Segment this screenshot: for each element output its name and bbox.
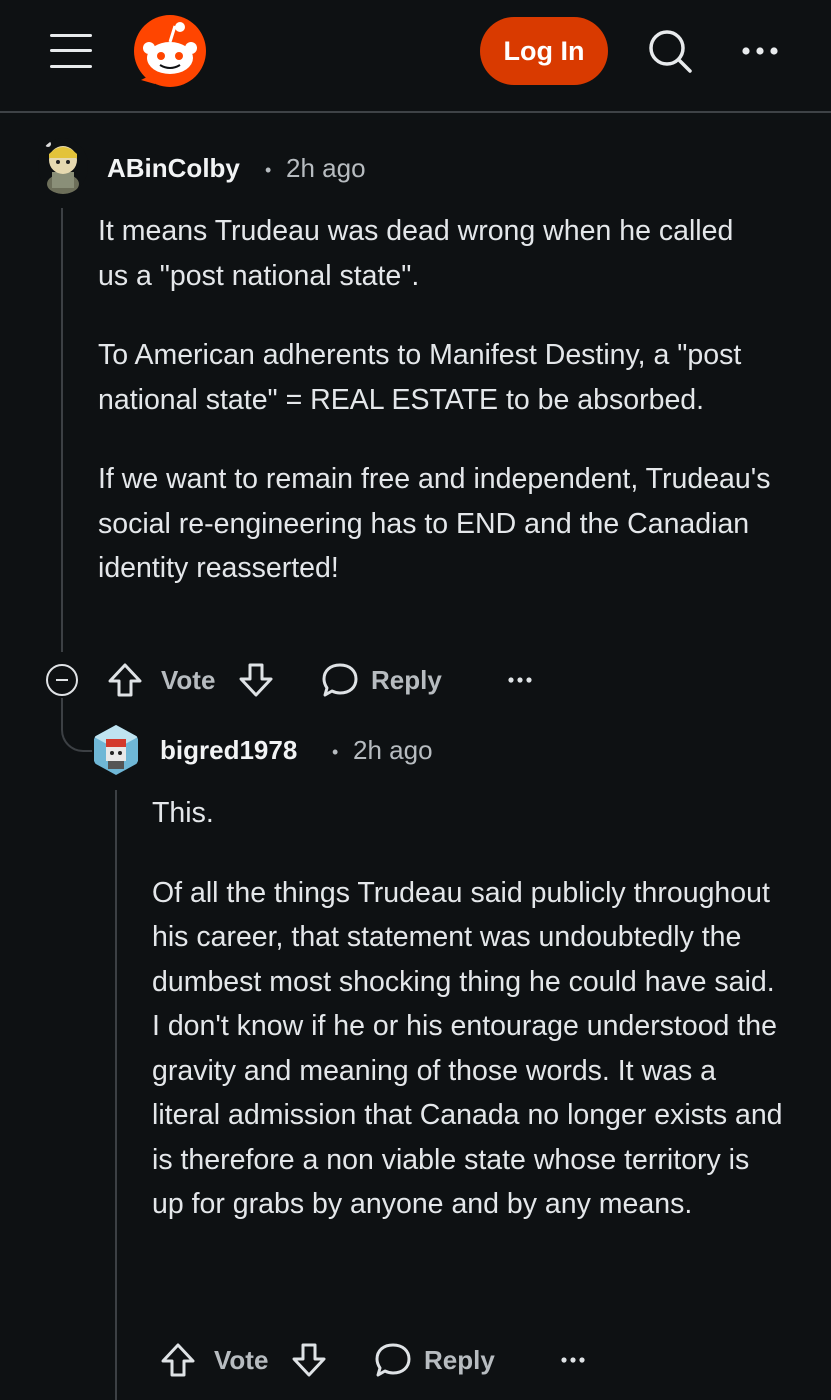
downvote-icon <box>292 1343 326 1377</box>
thread-line[interactable] <box>61 208 63 652</box>
downvote-icon <box>239 663 273 697</box>
reply-bubble-icon <box>322 663 358 697</box>
reddit-logo[interactable] <box>133 14 207 88</box>
user-avatar[interactable] <box>92 723 140 777</box>
more-icon[interactable] <box>740 36 780 66</box>
thread-connector <box>61 698 93 752</box>
comment-body: It means Trudeau was dead wrong when he … <box>98 209 798 591</box>
comment-time: 2h ago <box>286 153 366 183</box>
login-button[interactable]: Log In <box>480 17 608 85</box>
upvote-icon <box>161 1343 195 1377</box>
comment-more-icon[interactable] <box>561 1350 585 1370</box>
user-avatar[interactable] <box>38 138 88 194</box>
collapse-thread-button[interactable] <box>46 664 78 696</box>
vote-label: Vote <box>161 664 216 695</box>
downvote-button[interactable] <box>291 1340 327 1380</box>
reply-label: Reply <box>424 1344 495 1375</box>
comment-paragraph: It means Trudeau was dead wrong when he … <box>98 215 734 292</box>
comment-paragraph: If we want to remain free and independen… <box>98 463 771 584</box>
comment-paragraph: This. <box>152 797 214 829</box>
separator-dot: • <box>332 742 339 762</box>
reply-button[interactable]: Reply <box>374 1340 495 1380</box>
comment-paragraph: To American adherents to Manifest Destin… <box>98 339 742 416</box>
menu-icon[interactable] <box>50 32 92 70</box>
reply-label: Reply <box>371 664 442 695</box>
search-icon[interactable] <box>647 28 693 74</box>
comment-username[interactable]: bigred1978 <box>160 735 297 766</box>
comment-more-icon[interactable] <box>508 670 532 690</box>
comment-time: 2h ago <box>353 735 433 765</box>
upvote-icon <box>108 663 142 697</box>
upvote-button[interactable] <box>160 1340 196 1380</box>
thread-line[interactable] <box>115 790 117 1400</box>
comment-paragraph: Of all the things Trudeau said publicly … <box>152 876 783 1221</box>
comment-body: This. Of all the things Trudeau said pub… <box>152 791 792 1227</box>
reply-bubble-icon <box>375 1343 411 1377</box>
comment-username[interactable]: ABinColby <box>107 153 240 184</box>
reply-button[interactable]: Reply <box>321 660 442 700</box>
vote-label: Vote <box>214 1344 269 1375</box>
separator-dot: • <box>265 160 272 180</box>
upvote-button[interactable] <box>107 660 143 700</box>
downvote-button[interactable] <box>238 660 274 700</box>
top-bar: Log In <box>0 0 831 113</box>
